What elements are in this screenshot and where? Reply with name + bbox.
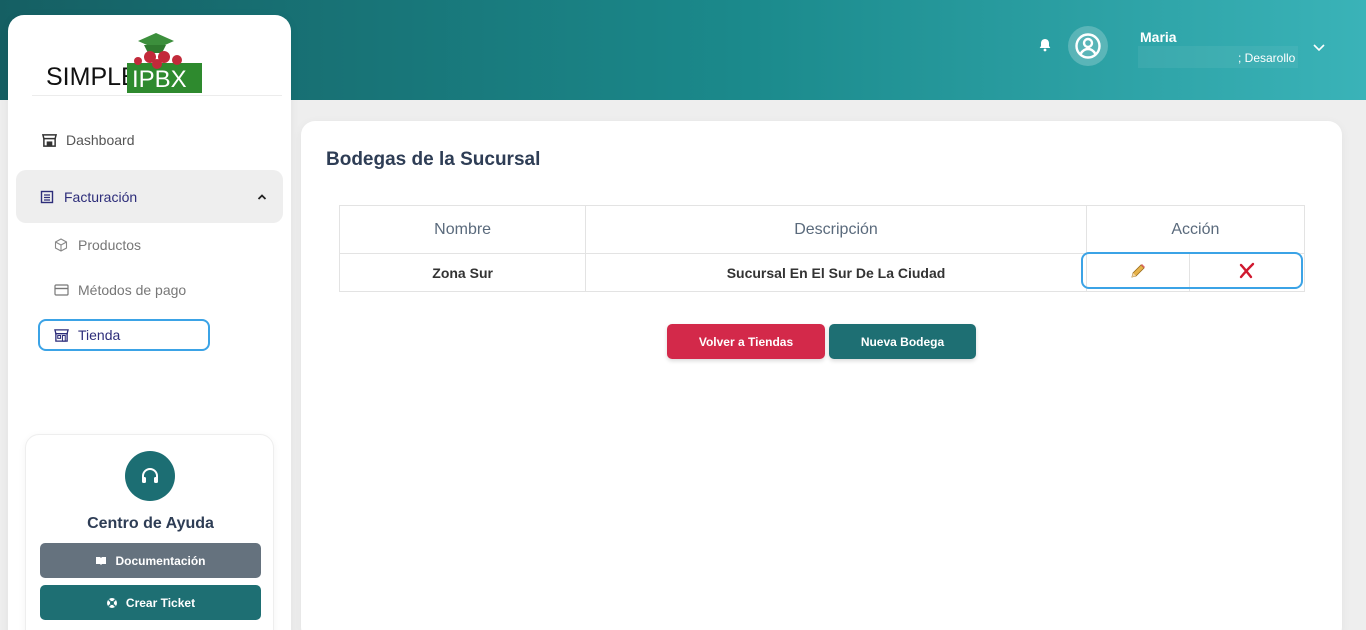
user-avatar[interactable] bbox=[1068, 26, 1108, 66]
header-accion: Acción bbox=[1085, 205, 1306, 254]
sidebar-item-metodos-de-pago[interactable]: Métodos de pago bbox=[52, 281, 186, 299]
back-to-stores-button[interactable]: Volver a Tiendas bbox=[667, 324, 825, 359]
shop-icon bbox=[52, 326, 70, 344]
sidebar-item-productos[interactable]: Productos bbox=[52, 236, 141, 254]
warehouses-table: Nombre Descripción Acción Zona Sur Sucur… bbox=[338, 205, 1306, 292]
bell-icon[interactable] bbox=[1037, 37, 1053, 53]
lifebuoy-icon bbox=[106, 597, 118, 609]
cell-nombre: Zona Sur bbox=[338, 253, 587, 292]
cell-delete bbox=[1188, 253, 1306, 292]
main-card: Bodegas de la Sucursal Nombre Descripció… bbox=[301, 121, 1342, 630]
new-warehouse-button[interactable]: Nueva Bodega bbox=[829, 324, 976, 359]
user-name: Maria bbox=[1140, 29, 1177, 45]
receipt-icon bbox=[38, 188, 56, 206]
create-ticket-button[interactable]: Crear Ticket bbox=[40, 585, 261, 620]
logo-text-right: IPBX bbox=[132, 66, 187, 93]
table-row: Zona Sur Sucursal En El Sur De La Ciudad bbox=[338, 253, 1306, 292]
documentation-label: Documentación bbox=[115, 553, 206, 568]
header-nombre: Nombre bbox=[338, 205, 587, 254]
chevron-up-icon[interactable] bbox=[257, 188, 267, 204]
header-descripcion: Descripción bbox=[585, 205, 1087, 254]
documentation-button[interactable]: Documentación bbox=[40, 543, 261, 578]
page-title: Bodegas de la Sucursal bbox=[326, 149, 541, 170]
sidebar-item-label: Productos bbox=[78, 237, 142, 253]
logo-text-left: SIMPLE bbox=[46, 63, 138, 91]
headset-icon bbox=[125, 451, 175, 501]
box-icon bbox=[52, 236, 70, 254]
store-icon bbox=[40, 131, 58, 149]
create-ticket-label: Crear Ticket bbox=[125, 595, 196, 610]
sidebar-item-facturacion[interactable]: Facturación bbox=[16, 170, 283, 223]
sidebar-item-label: Dashboard bbox=[66, 132, 135, 148]
cell-edit bbox=[1085, 253, 1190, 292]
help-card: Centro de Ayuda Documentación Crear Tick… bbox=[25, 434, 274, 630]
cell-descripcion: Sucursal En El Sur De La Ciudad bbox=[585, 253, 1087, 292]
table-header-row: Nombre Descripción Acción bbox=[338, 205, 1306, 254]
user-role: ; Desarollo bbox=[1238, 51, 1296, 65]
sidebar-item-label: Facturación bbox=[64, 188, 138, 205]
sidebar-item-label: Tienda bbox=[78, 327, 121, 343]
book-icon bbox=[95, 556, 107, 566]
chevron-down-icon[interactable] bbox=[1312, 40, 1326, 58]
credit-card-icon bbox=[52, 281, 70, 299]
delete-x-icon[interactable] bbox=[1238, 262, 1256, 280]
help-title: Centro de Ayuda bbox=[87, 515, 214, 532]
sidebar-item-label: Métodos de pago bbox=[78, 282, 187, 298]
logo-divider bbox=[32, 95, 282, 96]
sidebar-item-dashboard[interactable]: Dashboard bbox=[40, 131, 135, 149]
pencil-icon[interactable] bbox=[1129, 262, 1147, 280]
sidebar-item-tienda[interactable]: Tienda bbox=[38, 319, 210, 351]
logo[interactable]: SIMPLE IPBX bbox=[46, 33, 216, 95]
